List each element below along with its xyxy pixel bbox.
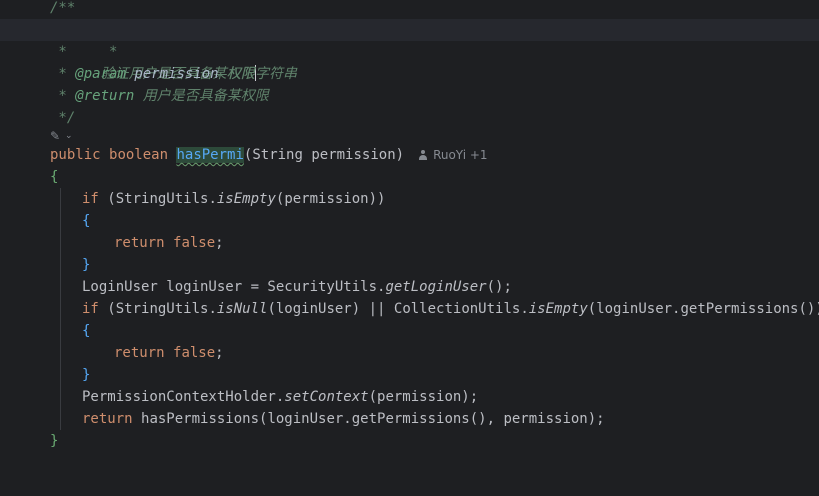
code-line[interactable]: {	[0, 210, 819, 232]
code-token: (loginUser.getPermissions()))	[587, 301, 819, 317]
code-line[interactable]: if (StringUtils.isNull(loginUser) || Col…	[0, 298, 819, 320]
open-brace: {	[50, 169, 59, 185]
doc-star: *	[50, 88, 67, 104]
doc-param-tag: @param	[75, 66, 126, 82]
ai-assistant-icon[interactable]: ✎	[50, 129, 64, 143]
code-line[interactable]: {	[0, 166, 819, 188]
code-token: hasPermissions(loginUser.getPermissions(…	[141, 411, 605, 427]
close-brace: }	[82, 367, 91, 383]
code-line[interactable]: *	[0, 41, 819, 63]
keyword-false: false	[173, 345, 216, 361]
close-brace: }	[50, 433, 59, 449]
doc-return-desc: 用户是否具备某权限	[142, 88, 269, 104]
code-token: (StringUtils.	[107, 301, 217, 317]
doc-param-desc: 权限字符串	[227, 66, 298, 82]
static-call: isNull	[216, 301, 268, 317]
close-brace: }	[82, 257, 91, 273]
static-call: setContext	[284, 389, 369, 405]
code-line[interactable]: return false;	[0, 342, 819, 364]
code-line[interactable]: return hasPermissions(loginUser.getPermi…	[0, 408, 819, 430]
open-brace: {	[82, 213, 91, 229]
code-line[interactable]: public boolean hasPermi(String permissio…	[0, 144, 819, 166]
code-token: (permission))	[275, 191, 386, 207]
person-icon	[418, 149, 428, 160]
doc-return-tag: @return	[75, 88, 135, 104]
keyword-return: return	[82, 411, 133, 427]
code-token: (permission);	[368, 389, 479, 405]
method-params: (String permission)	[243, 147, 405, 163]
keyword-return: return	[114, 235, 165, 251]
author-label: RuoYi +1	[433, 148, 488, 162]
code-token: LoginUser loginUser = SecurityUtils.	[82, 279, 386, 295]
keyword-false: false	[173, 235, 216, 251]
code-line-current[interactable]: * 验证用户是否具备某权限	[0, 19, 819, 82]
code-line[interactable]: return false;	[0, 232, 819, 254]
static-call: getLoginUser	[385, 279, 487, 295]
static-call: isEmpty	[216, 191, 276, 207]
keyword-public: public	[50, 147, 101, 163]
code-token: ();	[486, 279, 512, 295]
code-line[interactable]: }	[0, 430, 819, 452]
code-line[interactable]: LoginUser loginUser = SecurityUtils.getL…	[0, 276, 819, 298]
code-token: PermissionContextHolder.	[82, 389, 285, 405]
keyword-boolean: boolean	[109, 147, 169, 163]
code-token: (StringUtils.	[107, 191, 217, 207]
keyword-if: if	[82, 301, 99, 317]
code-token: ;	[215, 345, 224, 361]
keyword-if: if	[82, 191, 99, 207]
open-brace: {	[82, 323, 91, 339]
code-token: (loginUser) || CollectionUtils.	[267, 301, 529, 317]
code-line[interactable]: * @param permission 权限字符串	[0, 63, 819, 85]
code-line[interactable]: if (StringUtils.isEmpty(permission))	[0, 188, 819, 210]
code-token: ;	[215, 235, 224, 251]
code-line[interactable]: * @return 用户是否具备某权限	[0, 85, 819, 107]
doc-open: /**	[50, 0, 76, 16]
code-line[interactable]: PermissionContextHolder.setContext(permi…	[0, 386, 819, 408]
author-hint[interactable]: RuoYi +1	[418, 148, 488, 162]
code-line[interactable]: {	[0, 320, 819, 342]
code-line[interactable]: /**	[0, 0, 819, 19]
keyword-return: return	[114, 345, 165, 361]
method-name[interactable]: hasPermi	[176, 147, 244, 163]
static-call: isEmpty	[528, 301, 588, 317]
chevron-down-icon[interactable]: ⌄	[65, 129, 75, 143]
doc-star: *	[50, 44, 67, 60]
code-line[interactable]: }	[0, 254, 819, 276]
doc-param-name: permission	[134, 66, 219, 82]
doc-star: *	[50, 66, 67, 82]
code-line[interactable]: }	[0, 364, 819, 386]
code-editor[interactable]: /** * 验证用户是否具备某权限 * * @param permission …	[0, 0, 819, 462]
